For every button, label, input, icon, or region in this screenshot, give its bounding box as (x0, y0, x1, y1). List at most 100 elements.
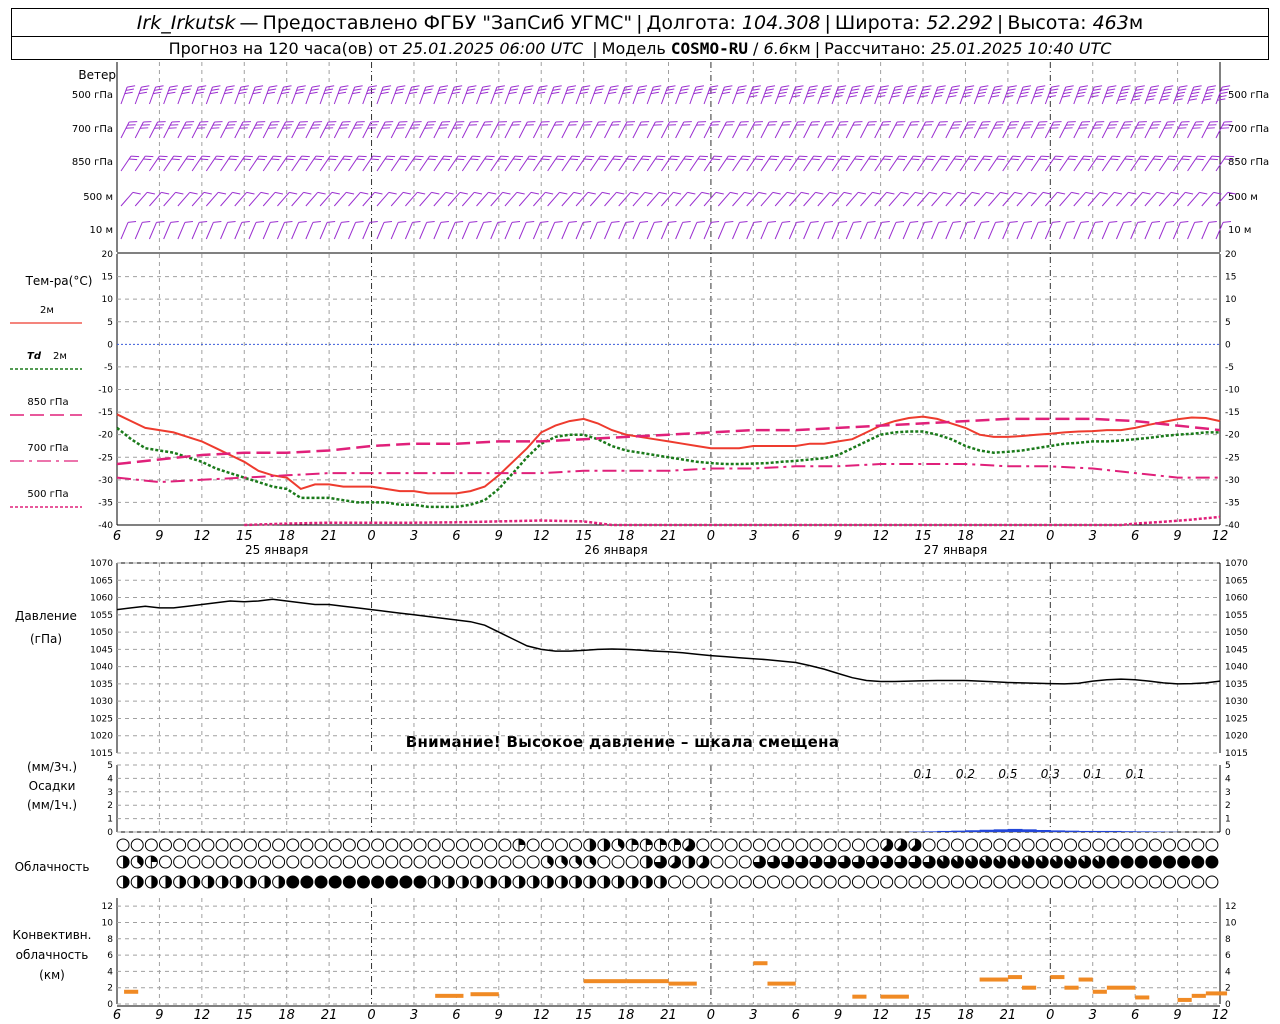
cloud-circle (201, 838, 215, 852)
wind-barb-feather (553, 85, 562, 88)
cloud-circle (950, 838, 964, 852)
wind-barb (120, 220, 137, 240)
cloud-circle (809, 875, 823, 889)
wind-barb-feather (696, 220, 705, 223)
wind-barb-staff (1172, 192, 1186, 207)
wind-barb-feather (726, 121, 735, 123)
wind-barb-feather (368, 85, 377, 88)
wind-barb (604, 85, 619, 105)
cloud-fill (1205, 856, 1218, 868)
wind-barb-staff (447, 121, 457, 139)
wind-barb (504, 85, 520, 105)
wind-barb (1144, 155, 1164, 172)
cloud-symbol (979, 855, 993, 869)
cloud-symbol (1191, 855, 1205, 869)
wind-barb-feather (968, 121, 977, 123)
wind-barb-staff (461, 121, 471, 139)
cloud-symbol (116, 855, 130, 869)
precip-bar (1092, 830, 1108, 832)
wind-barb (276, 220, 293, 240)
wind-barb-feather (440, 220, 449, 223)
cloud-symbol (314, 838, 328, 852)
cloud-circle (851, 875, 865, 889)
cloud-circle (554, 838, 568, 852)
cloud-fill (329, 876, 342, 888)
cloud-symbol (809, 875, 823, 889)
time-tick-label: 9 (495, 529, 503, 544)
wind-barb-staff (390, 155, 402, 172)
cloud-symbol (173, 875, 187, 889)
wind-barb (248, 191, 269, 207)
wind-barb (746, 191, 767, 207)
cloud-fill (1106, 856, 1119, 868)
wind-barb-feather (697, 121, 707, 123)
cloud-symbol (1134, 875, 1148, 889)
wind-barb-staff (205, 86, 213, 105)
wind-barb-feather (644, 191, 653, 195)
wind-barb (476, 85, 491, 105)
wind-barb (205, 191, 227, 207)
cloud-circle (215, 855, 229, 869)
wind-barb-feather (923, 85, 932, 88)
wind-barb-staff (874, 86, 882, 105)
wind-barb-staff (774, 155, 786, 172)
wind-level-label-right: 850 гПа (1228, 157, 1269, 168)
precip-bar (937, 830, 952, 832)
cloud-circle (455, 838, 469, 852)
wind-barb-staff (532, 155, 544, 172)
precip-bar (965, 830, 981, 832)
wind-barb (803, 220, 819, 240)
time-tick-label-bottom: 6 (1131, 1008, 1139, 1023)
wind-barb (1073, 85, 1088, 105)
wind-barb-feather (909, 85, 918, 88)
cloud-fill (315, 876, 328, 888)
cloud-symbol (1064, 838, 1078, 852)
wind-barb-staff (931, 86, 939, 105)
wind-barb-feather (1099, 191, 1108, 195)
wind-barb-staff (1016, 155, 1028, 172)
wind-barb-feather (744, 191, 753, 195)
wind-barb-feather (1195, 121, 1204, 123)
wind-barb (973, 220, 990, 240)
wind-barb (646, 85, 662, 105)
wind-barb-staff (291, 222, 300, 240)
wind-barb-feather (658, 191, 667, 195)
wind-barb-staff (205, 222, 214, 240)
wind-barb-staff (362, 192, 375, 207)
cloud-circle (752, 838, 766, 852)
wind-barb-feather (269, 85, 278, 88)
wind-barb-feather (1080, 220, 1089, 223)
time-tick-label: 0 (1046, 529, 1054, 544)
cloud-symbol (1148, 855, 1162, 869)
wind-barb-staff (817, 121, 827, 139)
wind-barb-staff (604, 86, 612, 105)
cloud-symbol (229, 838, 243, 852)
wind-barb-feather (1066, 220, 1075, 223)
wind-barb-feather (184, 220, 193, 223)
cloud-circle (922, 875, 936, 889)
cloud-symbol (823, 875, 837, 889)
wind-barb-feather (411, 85, 420, 88)
wind-barb (973, 85, 989, 105)
wind-barb-staff (746, 192, 759, 207)
wind-barb-staff (1073, 222, 1082, 240)
wind-barb-feather (724, 85, 733, 88)
wind-barb-feather (953, 121, 963, 123)
cloud-circle (1163, 838, 1177, 852)
wind-barb (177, 155, 197, 172)
wind-barb (760, 220, 777, 240)
wind-barb (788, 220, 805, 240)
time-tick-label-bottom: 9 (834, 1008, 842, 1023)
wind-barb-staff (390, 86, 398, 105)
cloud-symbol (441, 875, 455, 889)
wind-barb-feather (639, 85, 648, 88)
wind-barb-staff (476, 222, 485, 240)
wind-barb-staff (433, 222, 442, 240)
wind-barb-feather (881, 220, 890, 223)
wind-barb-feather (867, 220, 876, 223)
wind-barb-staff (1101, 192, 1115, 207)
wind-barb-staff (532, 86, 541, 105)
wind-barb-feather (597, 220, 606, 223)
wind-barb-staff (646, 155, 658, 172)
wind-barb-staff (390, 222, 399, 240)
